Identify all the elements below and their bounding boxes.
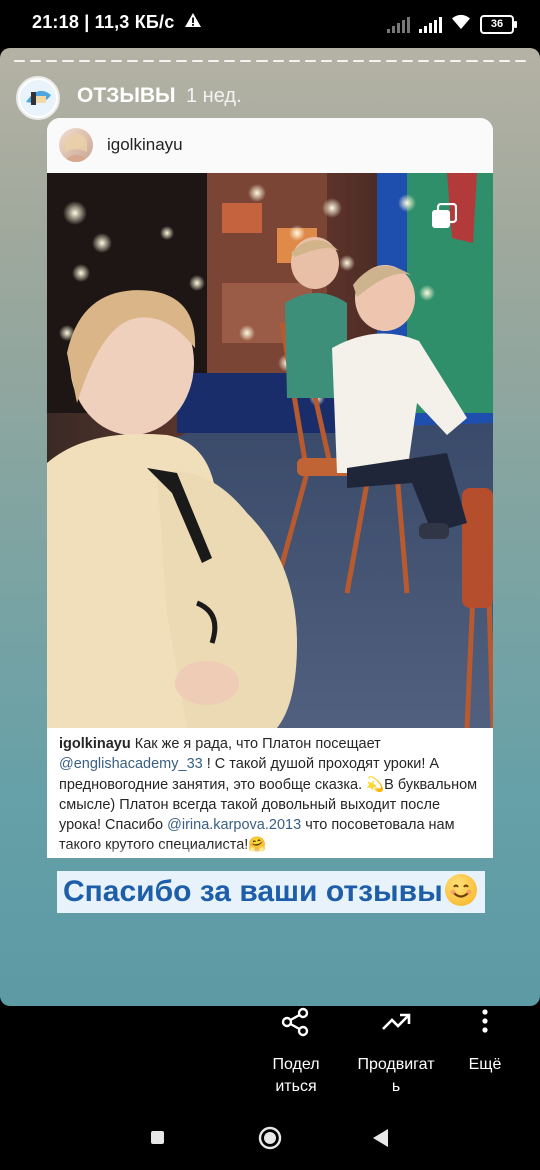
story-actions-bar: Подел иться Продвигат ь Ещё bbox=[0, 1006, 540, 1108]
caption-username: igolkinayu bbox=[59, 736, 131, 752]
thanks-banner-text: Спасибо за ваши отзывы bbox=[63, 875, 443, 908]
share-button[interactable]: Подел иться bbox=[258, 1006, 334, 1098]
signal-icon bbox=[387, 16, 410, 33]
battery-icon: 36 bbox=[480, 15, 517, 34]
instagram-post-card: igolkinayu igolkinayu Как же я рада, что… bbox=[47, 118, 493, 858]
story-title[interactable]: ОТЗЫВЫ bbox=[77, 84, 176, 108]
status-time-text: 21:18 | 11,3 КБ/с bbox=[32, 12, 175, 32]
share-icon bbox=[281, 1007, 309, 1037]
battery-level: 36 bbox=[490, 18, 504, 30]
signal-icon bbox=[419, 16, 442, 33]
multiple-photos-icon bbox=[432, 203, 457, 228]
trending-up-icon bbox=[382, 1013, 411, 1030]
back-triangle-icon[interactable] bbox=[372, 1128, 390, 1148]
more-button[interactable]: Ещё bbox=[460, 1006, 510, 1076]
share-label: Подел иться bbox=[272, 1056, 320, 1095]
post-caption: igolkinayu Как же я рада, что Платон пос… bbox=[59, 734, 483, 856]
post-username: igolkinayu bbox=[107, 135, 183, 154]
caption-text-1: Как же я рада, что Платон посещает bbox=[130, 736, 381, 752]
status-time-speed: 21:18 | 11,3 КБ/с bbox=[32, 12, 202, 33]
warning-icon bbox=[184, 12, 202, 33]
photo-illustration bbox=[47, 173, 493, 728]
story-progress-bar bbox=[14, 60, 526, 62]
status-bar: 21:18 | 11,3 КБ/с 36 bbox=[0, 0, 540, 48]
recents-square-icon[interactable] bbox=[151, 1131, 164, 1144]
caption-mention-english-academy[interactable]: @englishacademy_33 bbox=[59, 756, 203, 772]
wifi-icon bbox=[451, 14, 471, 35]
story-timestamp: 1 нед. bbox=[186, 85, 242, 107]
thanks-banner: Спасибо за ваши отзывы bbox=[57, 871, 485, 913]
caption-fade bbox=[47, 846, 493, 858]
story-avatar[interactable] bbox=[16, 76, 60, 120]
post-photo bbox=[47, 173, 493, 728]
caption-mention-irina-karpova[interactable]: @irina.karpova.2013 bbox=[167, 817, 301, 833]
post-author-avatar bbox=[59, 128, 93, 162]
promote-button[interactable]: Продвигат ь bbox=[346, 1006, 446, 1098]
post-header: igolkinayu bbox=[47, 118, 493, 173]
home-circle-icon[interactable] bbox=[258, 1126, 282, 1150]
system-nav-bar bbox=[0, 1108, 540, 1170]
promote-label: Продвигат ь bbox=[357, 1056, 435, 1095]
story-viewer[interactable]: ОТЗЫВЫ 1 нед. igolkinayu igolkinayu Как … bbox=[0, 48, 540, 1006]
status-icons: 36 bbox=[387, 14, 517, 35]
more-label: Ещё bbox=[468, 1056, 502, 1073]
more-vertical-icon bbox=[482, 1009, 488, 1033]
smiling-face-icon bbox=[444, 874, 477, 906]
